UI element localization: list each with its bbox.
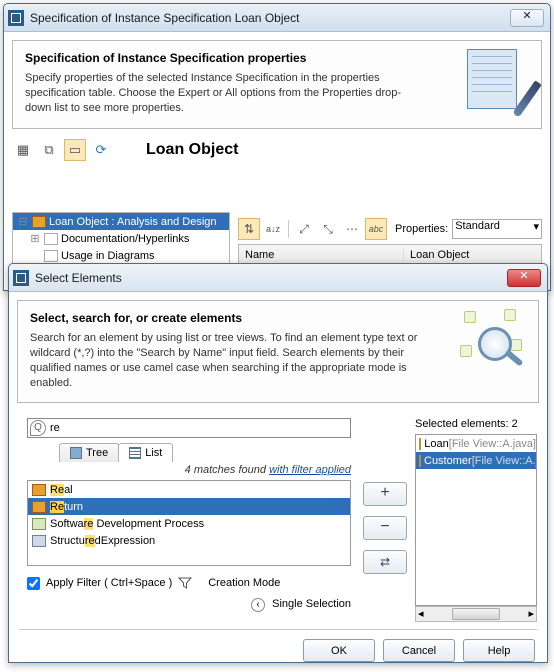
select-header-panel: Select, search for, or create elements S…	[17, 300, 539, 403]
window1-title: Specification of Instance Specification …	[30, 11, 510, 25]
process-icon	[32, 518, 46, 530]
selected-item[interactable]: Loan [File View::A.java]	[416, 435, 536, 452]
tree-root-label: Loan Object : Analysis and Design	[49, 216, 217, 228]
scrollbar-thumb[interactable]	[452, 608, 500, 620]
search-header-icon	[460, 309, 530, 379]
single-selection-toggle[interactable]: ‹	[251, 598, 265, 612]
tree-item-documentation[interactable]: ⊞ Documentation/Hyperlinks	[13, 230, 229, 247]
class-icon	[32, 484, 46, 496]
list-item[interactable]: Return	[28, 498, 350, 515]
class-icon	[419, 455, 421, 467]
creation-mode-label[interactable]: Creation Mode	[208, 577, 280, 589]
tree-root[interactable]: ⊟ Loan Object : Analysis and Design	[13, 213, 229, 230]
remove-button[interactable]: −	[363, 516, 407, 540]
selected-item[interactable]: Customer [File View::A.jav	[416, 452, 536, 469]
tree-tool-1[interactable]: ▦	[12, 139, 34, 161]
select-description: Search for an element by using list or t…	[30, 331, 420, 390]
prop-header-val: Loan Object	[404, 249, 541, 261]
swap-button[interactable]: ⇄	[363, 550, 407, 574]
spec-heading: Specification of Instance Specification …	[25, 51, 529, 65]
filter-applied-link[interactable]: with filter applied	[269, 464, 351, 476]
prop-tool-az[interactable]: a↓z	[262, 218, 284, 240]
dialog-separator	[19, 629, 537, 630]
prop-tool-sort[interactable]: ⇅	[238, 218, 260, 240]
match-count-line: 4 matches found with filter applied	[27, 464, 351, 476]
app-icon	[13, 270, 29, 286]
select-heading: Select, search for, or create elements	[30, 311, 526, 325]
tree-icon	[70, 447, 82, 459]
properties-label: Properties:	[395, 223, 448, 235]
help-button[interactable]: Help	[463, 639, 535, 662]
single-selection-label: Single Selection	[272, 598, 351, 610]
apply-filter-checkbox[interactable]	[27, 577, 40, 590]
tab-list[interactable]: List	[118, 443, 173, 462]
spec-description: Specify properties of the selected Insta…	[25, 71, 415, 116]
funnel-icon[interactable]	[178, 576, 192, 590]
expression-icon	[32, 535, 46, 547]
cancel-button[interactable]: Cancel	[383, 639, 455, 662]
selected-elements-label: Selected elements:	[415, 418, 509, 430]
tree-tool-2[interactable]: ⧉	[38, 139, 60, 161]
prop-tool-expand[interactable]: ⤢	[293, 218, 315, 240]
class-icon	[419, 438, 421, 450]
prop-header-key: Name	[239, 249, 404, 261]
selected-scrollbar[interactable]: ◂ ▸	[415, 606, 537, 622]
list-item[interactable]: StructuredExpression	[28, 532, 350, 549]
search-input[interactable]	[48, 421, 350, 435]
prop-tool-abc[interactable]: abc	[365, 218, 387, 240]
tree-item-usage[interactable]: Usage in Diagrams	[13, 247, 229, 264]
object-title: Loan Object	[146, 141, 238, 159]
results-list[interactable]: Real Return Software Development Process…	[27, 480, 351, 566]
tree-refresh-button[interactable]: ⟳	[90, 139, 112, 161]
search-field[interactable]: Q	[27, 418, 351, 438]
class-icon	[32, 501, 46, 513]
search-icon: Q	[30, 420, 46, 436]
app-icon	[8, 10, 24, 26]
prop-tool-collapse[interactable]: ⤡	[317, 218, 339, 240]
selected-elements-count: 2	[512, 418, 518, 430]
ok-button[interactable]: OK	[303, 639, 375, 662]
prop-tool-edit[interactable]: ⋯	[341, 218, 363, 240]
window1-close-button[interactable]: ✕	[510, 9, 544, 27]
apply-filter-label: Apply Filter ( Ctrl+Space )	[46, 577, 172, 589]
spec-header-icon	[463, 49, 533, 119]
selected-elements-list[interactable]: Loan [File View::A.java] Customer [File …	[415, 434, 537, 606]
tree-tool-3[interactable]: ▭	[64, 139, 86, 161]
window2-close-button[interactable]: ✕	[507, 269, 541, 287]
add-button[interactable]: +	[363, 482, 407, 506]
list-icon	[129, 447, 141, 459]
list-item[interactable]: Software Development Process	[28, 515, 350, 532]
spec-header-panel: Specification of Instance Specification …	[12, 40, 542, 129]
properties-mode-select[interactable]: Standard ▾	[452, 219, 542, 239]
list-item[interactable]: Real	[28, 481, 350, 498]
tab-tree[interactable]: Tree	[59, 443, 119, 462]
window2-title: Select Elements	[35, 271, 507, 285]
